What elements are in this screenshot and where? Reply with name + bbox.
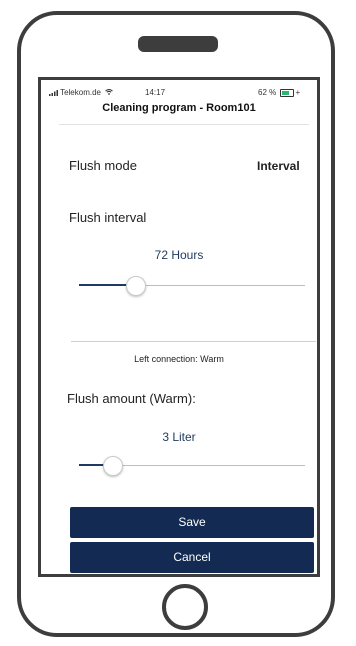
flush-interval-value: 72 Hours <box>154 248 204 262</box>
connection-note: Left connection: Warm <box>134 354 224 364</box>
flush-amount-label: Flush amount (Warm): <box>67 391 196 406</box>
flush-amount-slider[interactable] <box>79 456 305 476</box>
status-time: 14:17 <box>145 88 166 97</box>
flush-interval-slider-thumb[interactable] <box>125 276 146 296</box>
flush-amount-slider-thumb[interactable] <box>102 456 123 476</box>
flush-mode-value[interactable]: Interval <box>257 159 300 173</box>
save-button[interactable]: Save <box>70 507 314 538</box>
status-bar: Telekom.de 14:17 62 % + <box>41 80 317 100</box>
nav-divider <box>59 124 309 125</box>
page-title: Cleaning program - Room101 <box>102 102 256 114</box>
wifi-icon <box>105 88 114 97</box>
carrier-info: Telekom.de <box>49 88 114 97</box>
flush-amount-value: 3 Liter <box>162 430 196 444</box>
charging-icon: + <box>295 88 301 97</box>
flush-interval-slider[interactable] <box>79 276 305 296</box>
battery-icon <box>280 88 295 97</box>
battery-indicator: 62 % + <box>258 88 300 97</box>
section-divider <box>71 341 316 342</box>
speaker-slot <box>138 36 218 52</box>
carrier-name: Telekom.de <box>60 88 101 97</box>
battery-percentage: 62 % <box>258 88 277 97</box>
flush-interval-label: Flush interval <box>69 210 147 225</box>
home-button[interactable] <box>162 584 208 630</box>
cancel-button[interactable]: Cancel <box>70 542 314 573</box>
signal-bars-icon <box>49 89 58 96</box>
app-screen: Telekom.de 14:17 62 % + Cleaning program… <box>38 77 320 577</box>
flush-mode-label: Flush mode <box>69 158 137 173</box>
